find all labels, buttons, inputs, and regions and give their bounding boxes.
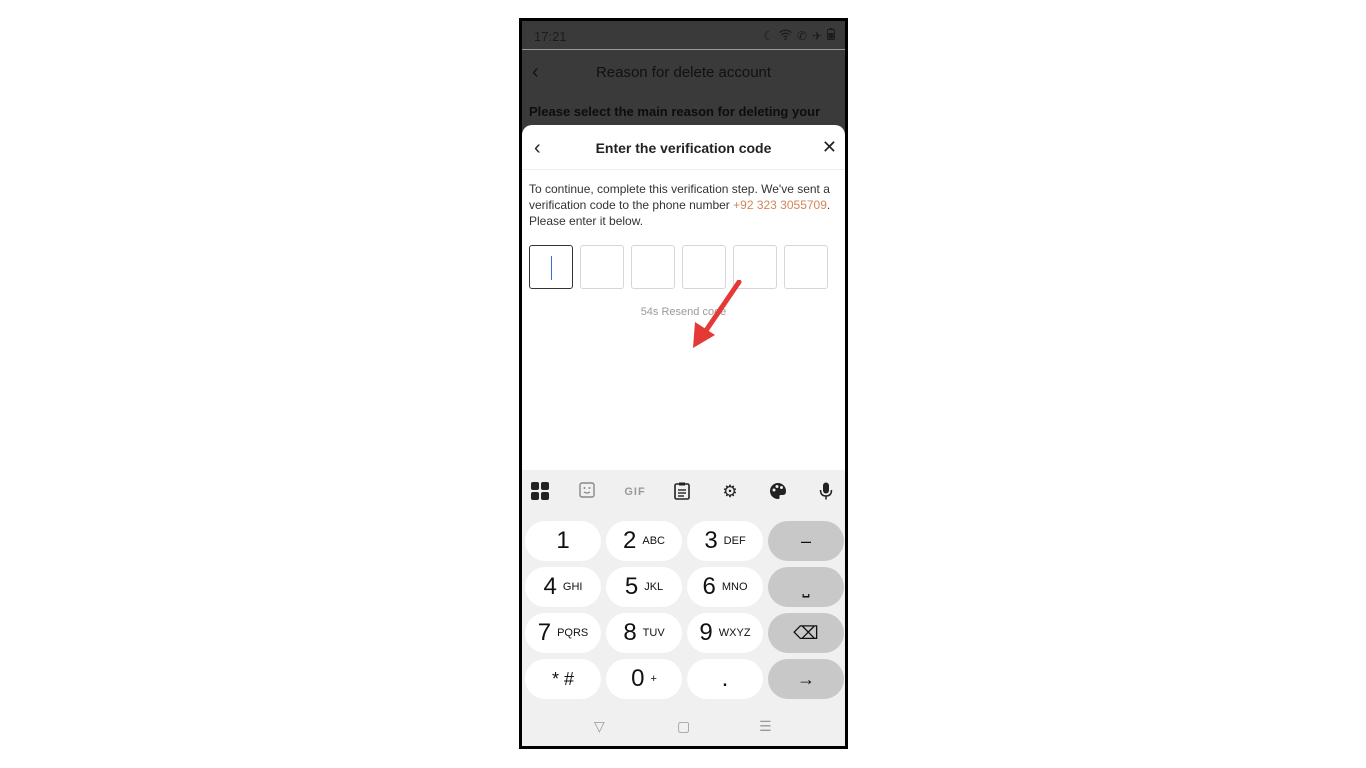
palette-icon[interactable] [767, 482, 789, 505]
nav-home-icon[interactable]: ▢ [677, 718, 690, 735]
code-digit-6[interactable] [784, 245, 828, 289]
resend-code-link[interactable]: 54s Resend code [522, 306, 845, 318]
app-bar: ‹ Reason for delete account [522, 53, 845, 93]
key-2-letters: ABC [642, 535, 665, 547]
status-icons: ☾ ✆ ✈ [763, 28, 835, 43]
key-star-hash-label: * # [551, 668, 575, 689]
annotation-arrow-icon [693, 280, 742, 348]
text-cursor [551, 256, 552, 280]
arrow-right-icon: → [797, 668, 815, 689]
status-bar: 17:21 ☾ ✆ ✈ [522, 21, 845, 51]
key-0[interactable]: 0 + [606, 659, 682, 699]
nav-back-icon[interactable]: ▽ [594, 718, 605, 735]
space-icon: ⎵ [802, 576, 810, 597]
key-2[interactable]: 2 ABC [606, 521, 682, 561]
status-time: 17:21 [534, 29, 567, 44]
key-3[interactable]: 3 DEF [687, 521, 763, 561]
key-minus-label: – [800, 530, 811, 551]
key-enter[interactable]: → [768, 659, 844, 699]
key-star-hash[interactable]: * # [525, 659, 601, 699]
mic-icon[interactable] [815, 482, 837, 505]
key-backspace[interactable]: ⌫ [768, 613, 844, 653]
key-0-plus: + [650, 673, 657, 685]
wifi-icon [778, 29, 792, 43]
airplane-icon: ✈ [811, 28, 822, 43]
apps-icon[interactable] [529, 482, 551, 505]
phone-frame: 17:21 ☾ ✆ ✈ ‹ Reason for delete account … [519, 18, 848, 749]
key-9[interactable]: 9 WXYZ [687, 613, 763, 653]
code-digit-1[interactable] [529, 245, 573, 289]
sheet-title: Enter the verification code [595, 140, 772, 156]
key-6-label: 6 [702, 573, 716, 600]
key-0-label: 0 [631, 665, 645, 692]
key-7[interactable]: 7 PQRS [525, 613, 601, 653]
moon-icon: ☾ [763, 28, 774, 43]
key-4-letters: GHI [562, 581, 583, 593]
status-divider [522, 49, 845, 50]
key-5-letters: JKL [644, 581, 664, 593]
key-2-label: 2 [623, 527, 637, 554]
key-4-label: 4 [543, 573, 557, 600]
key-7-letters: PQRS [557, 627, 589, 639]
app-bar-title: Reason for delete account [595, 64, 772, 81]
key-4[interactable]: 4 GHI [525, 567, 601, 607]
key-dot-label: . [721, 665, 729, 692]
code-digit-2[interactable] [580, 245, 624, 289]
system-nav-bar: ▽ ▢ ☰ [522, 708, 845, 746]
key-7-label: 7 [537, 619, 552, 646]
code-digit-3[interactable] [631, 245, 675, 289]
verification-sheet: ‹ Enter the verification code ✕ To conti… [522, 125, 845, 470]
key-9-label: 9 [699, 619, 713, 646]
close-icon[interactable]: ✕ [822, 137, 837, 158]
key-9-letters: WXYZ [718, 627, 751, 639]
key-minus[interactable]: – [768, 521, 844, 561]
key-1-label: 1 [556, 527, 570, 554]
sticker-icon[interactable] [576, 482, 598, 503]
key-8-label: 8 [623, 619, 637, 646]
phone-number: +92 323 3055709 [733, 198, 827, 212]
code-input-group [529, 245, 828, 289]
keyboard-toolbar: GIF ⚙ [522, 470, 845, 514]
wifi-calling-icon: ✆ [796, 28, 807, 43]
key-dot[interactable]: . [687, 659, 763, 699]
key-space[interactable]: ⎵ [768, 567, 844, 607]
nav-recents-icon[interactable]: ☰ [759, 718, 772, 735]
gif-button[interactable]: GIF [622, 486, 648, 498]
clipboard-icon[interactable] [671, 482, 693, 505]
reason-prompt: Please select the main reason for deleti… [529, 104, 821, 119]
key-8[interactable]: 8 TUV [606, 613, 682, 653]
key-5[interactable]: 5 JKL [606, 567, 682, 607]
key-6[interactable]: 6 MNO [687, 567, 763, 607]
numeric-keyboard: GIF ⚙ 1 2 ABC 3 DEF – 4 GHI 5 JKL 6 MNO ⎵ 7 PQ… [522, 470, 845, 746]
settings-icon[interactable]: ⚙ [719, 482, 741, 502]
key-5-label: 5 [624, 573, 639, 600]
verification-description: To continue, complete this verification … [529, 181, 835, 229]
key-1[interactable]: 1 [525, 521, 601, 561]
battery-icon [827, 28, 835, 43]
key-3-label: 3 [704, 527, 718, 554]
key-3-letters: DEF [723, 535, 746, 547]
key-8-letters: TUV [642, 627, 665, 639]
sheet-divider [522, 169, 845, 170]
key-6-letters: MNO [721, 581, 748, 593]
backspace-icon: ⌫ [793, 622, 819, 643]
